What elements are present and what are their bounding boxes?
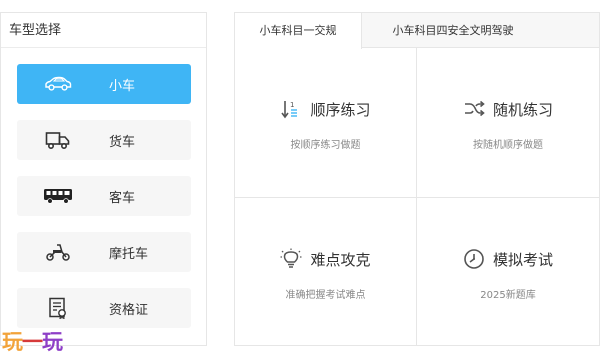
subject-tabs: 小车科目一交规 小车科目四安全文明驾驶 [235, 13, 599, 49]
vehicle-item-label: 摩托车 [109, 246, 149, 262]
practice-mode-sequential[interactable]: 1 顺序练习 按顺序练习做题 [235, 48, 417, 198]
practice-mode-subtitle: 2025新题库 [480, 290, 536, 301]
bus-icon [43, 186, 73, 206]
tab-subject-four[interactable]: 小车科目四安全文明驾驶 [363, 13, 543, 48]
practice-mode-difficult[interactable]: 难点攻克 准确把握考试难点 [235, 198, 417, 345]
practice-mode-mock-exam[interactable]: 模拟考试 2025新题库 [417, 198, 599, 345]
motorcycle-icon [43, 242, 73, 262]
vehicle-item-car[interactable]: 小车 [17, 64, 191, 104]
shuffle-icon [463, 98, 485, 120]
vehicle-item-motorcycle[interactable]: 摩托车 [17, 232, 191, 272]
practice-mode-title: 模拟考试 [492, 250, 553, 269]
practice-panel: 小车科目一交规 小车科目四安全文明驾驶 1 顺序练习 按顺序练习做题 随机练习 … [234, 12, 600, 346]
tab-subject-one[interactable]: 小车科目一交规 [235, 13, 362, 49]
practice-mode-subtitle: 按顺序练习做题 [290, 140, 361, 151]
practice-mode-subtitle: 准确把握考试难点 [285, 290, 366, 301]
practice-mode-title-row: 模拟考试 [417, 248, 599, 270]
vehicle-type-panel: 车型选择 小车 货车 客车 摩托车 资格证 [0, 12, 207, 346]
vehicle-item-bus[interactable]: 客车 [17, 176, 191, 216]
car-icon [43, 74, 73, 94]
vehicle-item-label: 小车 [109, 78, 136, 94]
certificate-icon [43, 297, 73, 319]
watermark-char: 玩 [42, 329, 63, 354]
practice-mode-title: 顺序练习 [310, 100, 371, 119]
vehicle-item-label: 货车 [109, 134, 136, 150]
vehicle-item-label: 客车 [109, 190, 136, 206]
practice-mode-title-row: 1 顺序练习 [235, 98, 416, 120]
svg-text:1: 1 [290, 101, 294, 109]
clock-icon [463, 248, 485, 270]
sort-order-icon: 1 [280, 98, 302, 120]
app-root: 车型选择 小车 货车 客车 摩托车 资格证 小车科目一交规 小车科目四安全文明驾… [0, 0, 600, 360]
truck-icon [43, 130, 73, 150]
practice-mode-grid: 1 顺序练习 按顺序练习做题 随机练习 按随机顺序做题 难点攻克 准确把握考试难… [235, 48, 599, 345]
watermark-logo: 玩一玩 [2, 326, 63, 356]
vehicle-type-header: 车型选择 [1, 13, 206, 48]
practice-mode-random[interactable]: 随机练习 按随机顺序做题 [417, 48, 599, 198]
lightbulb-icon [280, 248, 302, 270]
watermark-char: 玩 [2, 329, 23, 354]
watermark-char: 一 [22, 329, 43, 354]
practice-mode-title: 难点攻克 [310, 250, 371, 269]
vehicle-item-label: 资格证 [109, 302, 149, 318]
vehicle-item-certificate[interactable]: 资格证 [17, 288, 191, 328]
practice-mode-title: 随机练习 [492, 100, 553, 119]
vehicle-item-truck[interactable]: 货车 [17, 120, 191, 160]
practice-mode-subtitle: 按随机顺序做题 [473, 140, 543, 151]
practice-mode-title-row: 难点攻克 [235, 248, 416, 270]
practice-mode-title-row: 随机练习 [417, 98, 599, 120]
